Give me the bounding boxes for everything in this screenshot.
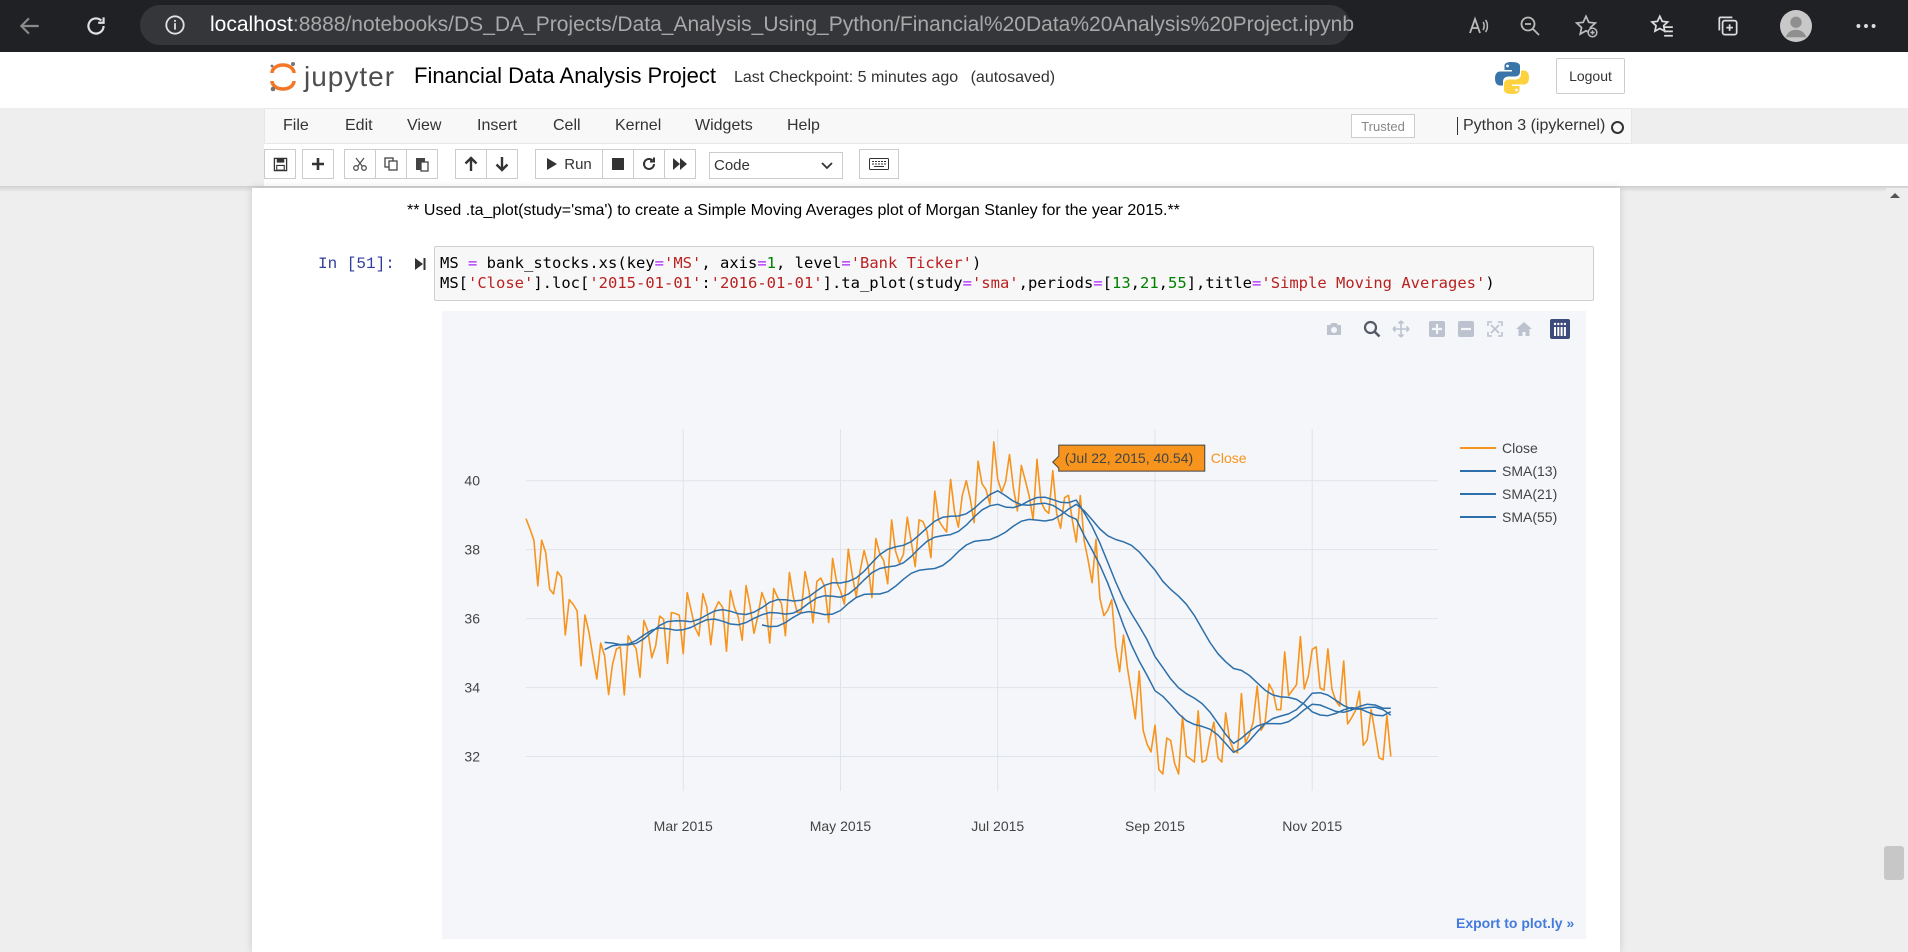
cut-button[interactable] <box>344 149 376 179</box>
x-tick-label: Nov 2015 <box>1282 818 1342 834</box>
hover-tooltip-text: (Jul 22, 2015, 40.54) <box>1065 450 1193 466</box>
cell-type-value: Code <box>714 157 750 174</box>
python-logo-icon <box>1495 62 1529 94</box>
restart-button[interactable] <box>633 149 665 179</box>
paste-icon <box>416 158 429 172</box>
menu-help[interactable]: Help <box>787 117 820 135</box>
address-bar[interactable]: localhost:8888/notebooks/DS_DA_Projects/… <box>140 5 1354 45</box>
x-tick-label: Sep 2015 <box>1125 818 1185 834</box>
site-info-icon[interactable] <box>164 14 186 41</box>
zoom-icon[interactable] <box>1514 10 1546 42</box>
save-button[interactable] <box>264 149 296 179</box>
move-down-button[interactable] <box>486 149 518 179</box>
run-label: Run <box>564 155 592 173</box>
x-tick-label: May 2015 <box>810 818 872 834</box>
trusted-badge[interactable]: Trusted <box>1351 114 1415 138</box>
restart-run-all-button[interactable] <box>664 149 696 179</box>
legend-label: SMA(21) <box>1502 486 1557 502</box>
menu-kernel[interactable]: Kernel <box>615 117 661 135</box>
x-tick-label: Jul 2015 <box>971 818 1024 834</box>
legend-label: SMA(55) <box>1502 509 1557 525</box>
y-tick-label: 34 <box>464 680 480 696</box>
y-tick-label: 32 <box>464 749 480 765</box>
export-to-plotly-link[interactable]: Export to plot.ly » <box>1456 915 1574 931</box>
more-menu-icon[interactable] <box>1850 10 1882 42</box>
code-cell-input[interactable]: MS = bank_stocks.xs(key='MS', axis=1, le… <box>434 246 1594 301</box>
arrow-up-icon <box>464 156 478 171</box>
page-scrollbar[interactable] <box>1886 188 1908 952</box>
paste-button[interactable] <box>406 149 438 179</box>
copy-button[interactable] <box>375 149 407 179</box>
sma-chart[interactable]: 32 34 36 38 40 Mar 2015 May 2015 Jul 2015 Sep 20… <box>442 311 1586 939</box>
scissors-icon <box>353 157 367 171</box>
add-favorite-icon[interactable] <box>1570 10 1602 42</box>
jupyter-header: jupyter Financial Data Analysis Project … <box>0 52 1908 108</box>
insert-cell-button[interactable] <box>302 149 334 179</box>
y-tick-label: 36 <box>464 611 480 627</box>
play-icon <box>547 158 558 170</box>
notebook-toolbar: Run Code <box>264 144 1908 186</box>
autosave-status: (autosaved) <box>970 69 1056 86</box>
command-palette-button[interactable] <box>859 149 899 179</box>
jupyter-logo-icon <box>270 62 296 92</box>
profile-avatar[interactable] <box>1780 10 1812 42</box>
arrow-down-icon <box>495 157 509 172</box>
collections-icon[interactable] <box>1712 10 1744 42</box>
menubar: File Edit View Insert Cell Kernel Widget… <box>264 108 1632 144</box>
menu-file[interactable]: File <box>283 117 309 135</box>
scrollbar-thumb[interactable] <box>1884 846 1904 880</box>
copy-icon <box>384 157 398 171</box>
reload-icon[interactable] <box>80 10 112 42</box>
move-up-button[interactable] <box>455 149 487 179</box>
keyboard-icon <box>869 158 889 170</box>
code-line-1: MS = bank_stocks.xs(key='MS', axis=1, le… <box>440 254 982 272</box>
checkpoint-text: Last Checkpoint: 5 minutes ago <box>734 69 959 86</box>
code-line-2: MS['Close'].loc['2015-01-01':'2016-01-01… <box>440 274 1495 292</box>
scroll-up-arrow-icon[interactable] <box>1887 190 1903 200</box>
restart-icon <box>643 157 655 170</box>
menu-view[interactable]: View <box>407 117 441 135</box>
back-icon[interactable] <box>14 10 46 42</box>
jupyter-logo[interactable]: jupyter <box>268 60 395 94</box>
legend-label: Close <box>1502 440 1538 456</box>
x-tick-label: Mar 2015 <box>654 818 713 834</box>
legend-label: SMA(13) <box>1502 463 1557 479</box>
read-aloud-icon[interactable] <box>1462 10 1494 42</box>
save-icon <box>273 157 287 171</box>
menu-widgets[interactable]: Widgets <box>695 117 753 135</box>
url-text: localhost:8888/notebooks/DS_DA_Projects/… <box>210 13 1354 36</box>
menu-cell[interactable]: Cell <box>553 117 581 135</box>
plot-output[interactable]: 32 34 36 38 40 Mar 2015 May 2015 Jul 2015 Sep 20… <box>442 311 1586 939</box>
fast-forward-icon <box>673 158 687 170</box>
interrupt-button[interactable] <box>602 149 634 179</box>
notebook-title[interactable]: Financial Data Analysis Project <box>414 63 716 89</box>
plus-icon <box>312 158 324 170</box>
cell-type-select[interactable]: Code <box>709 152 843 179</box>
logout-button[interactable]: Logout <box>1556 58 1625 94</box>
cell-prompt: In [51]: <box>318 255 395 273</box>
markdown-cell-text: ** Used .ta_plot(study='sma') to create … <box>407 202 1180 219</box>
checkpoint-status: Last Checkpoint: 5 minutes ago (autosave… <box>734 69 1063 87</box>
kernel-name[interactable]: Python 3 (ipykernel) <box>1457 117 1605 135</box>
browser-toolbar: localhost:8888/notebooks/DS_DA_Projects/… <box>0 0 1908 52</box>
y-tick-label: 38 <box>464 542 480 558</box>
favorites-icon[interactable] <box>1646 10 1678 42</box>
menu-edit[interactable]: Edit <box>345 117 373 135</box>
kernel-idle-indicator <box>1611 121 1624 134</box>
chevron-down-icon <box>821 162 833 170</box>
hover-series-name: Close <box>1211 450 1247 466</box>
menu-insert[interactable]: Insert <box>477 117 517 135</box>
stop-icon <box>612 158 624 170</box>
run-button[interactable]: Run <box>535 149 603 179</box>
y-tick-label: 40 <box>464 473 480 489</box>
jupyter-logo-text: jupyter <box>304 61 396 92</box>
run-cell-icon[interactable] <box>413 256 427 272</box>
